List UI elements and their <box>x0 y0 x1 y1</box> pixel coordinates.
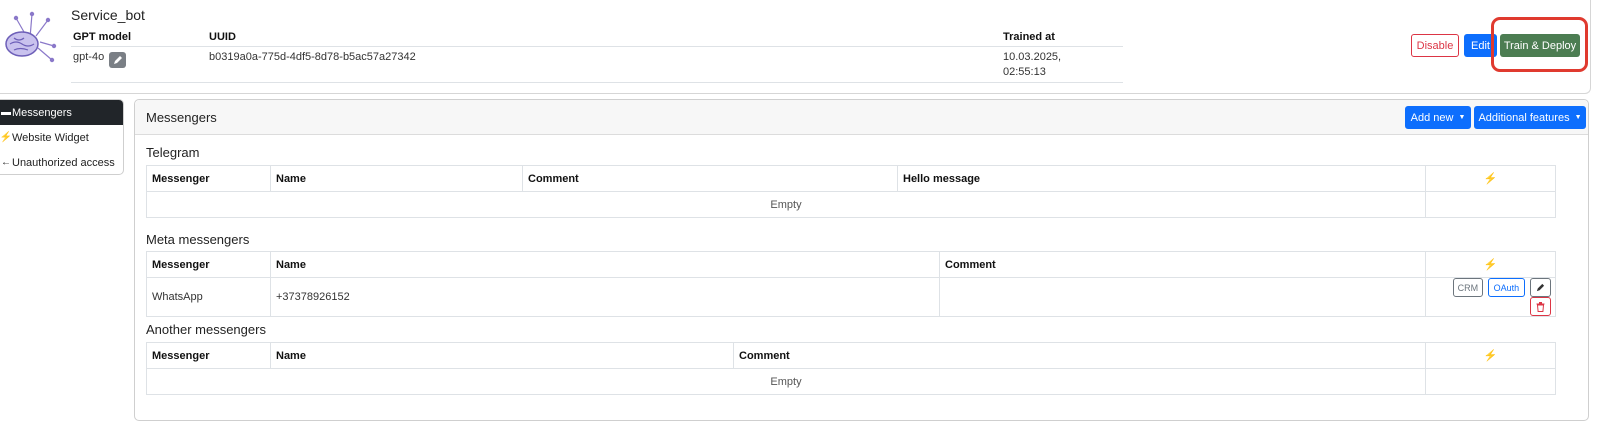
table-row: Empty <box>146 191 1556 218</box>
col-messenger: Messenger <box>146 342 271 369</box>
table-row: Empty <box>146 368 1556 395</box>
trained-date-value: 10.03.2025, <box>1003 51 1062 63</box>
sidebar-item-messengers[interactable]: ▬ Messengers <box>0 100 123 125</box>
gpt-model-value: gpt-4o <box>73 51 105 63</box>
col-comment: Comment <box>733 342 1426 369</box>
sidebar-item-label: Website Widget <box>12 131 89 144</box>
empty-state: Empty <box>146 368 1426 395</box>
chat-icon: ▬ <box>1 107 11 118</box>
col-comment: Comment <box>522 165 898 192</box>
name-cell: +37378926152 <box>270 277 940 317</box>
divider <box>71 82 1123 83</box>
trained-time-value: 02:55:13 <box>1003 66 1046 78</box>
bolt-icon: ⚡ <box>1425 251 1556 278</box>
add-new-button[interactable]: Add new ▼ <box>1405 106 1471 129</box>
divider <box>71 46 1123 47</box>
col-name: Name <box>270 342 734 369</box>
crm-button[interactable]: CRM <box>1452 278 1483 297</box>
uuid-value: b0319a0a-775d-4df5-8d78-b5ac57a27342 <box>209 51 416 63</box>
col-name: Name <box>270 165 523 192</box>
edit-row-button[interactable] <box>1530 278 1551 297</box>
additional-features-label: Additional features <box>1478 111 1570 124</box>
table-header-row: Messenger Name Comment ⚡ <box>146 251 1556 278</box>
sidebar-item-website-widget[interactable]: ⚡ Website Widget <box>0 125 123 150</box>
bolt-icon: ⚡ <box>1425 342 1556 369</box>
meta-title: Meta messengers <box>146 232 250 247</box>
panel-header: Messengers Add new ▼ Additional features… <box>135 100 1588 135</box>
table-row: WhatsApp +37378926152 CRM OAuth <box>146 277 1556 317</box>
trash-icon <box>1536 301 1545 312</box>
messengers-panel: Messengers Add new ▼ Additional features… <box>134 99 1589 421</box>
delete-row-button[interactable] <box>1530 297 1551 316</box>
col-messenger: Messenger <box>146 165 271 192</box>
bot-name: Service_bot <box>71 7 145 23</box>
header-gpt-model: GPT model <box>73 31 132 43</box>
comment-cell <box>939 277 1426 317</box>
col-messenger: Messenger <box>146 251 271 278</box>
col-comment: Comment <box>939 251 1426 278</box>
highlight-annotation <box>1491 17 1588 72</box>
meta-table: Messenger Name Comment ⚡ WhatsApp +37378… <box>146 251 1556 317</box>
empty-state: Empty <box>146 191 1426 218</box>
table-header-row: Messenger Name Comment ⚡ <box>146 342 1556 369</box>
bolt-icon: ⚡ <box>0 132 13 143</box>
another-table: Messenger Name Comment ⚡ Empty <box>146 342 1556 395</box>
table-cell <box>1425 368 1556 395</box>
panel-title: Messengers <box>146 110 217 125</box>
edit-model-button[interactable] <box>109 52 126 68</box>
messenger-cell: WhatsApp <box>146 277 271 317</box>
header-trained-at: Trained at <box>1003 31 1055 43</box>
brain-network-icon <box>5 11 57 63</box>
bolt-icon: ⚡ <box>1425 165 1556 192</box>
telegram-table: Messenger Name Comment Hello message ⚡ E… <box>146 165 1556 218</box>
sidebar: ▬ Messengers ⚡ Website Widget ← Unauthor… <box>0 99 124 175</box>
bot-card: Service_bot GPT model UUID Trained at gp… <box>0 0 1591 94</box>
another-title: Another messengers <box>146 322 266 337</box>
oauth-button[interactable]: OAuth <box>1487 278 1525 297</box>
pencil-icon <box>1536 283 1545 292</box>
disable-button[interactable]: Disable <box>1411 34 1459 57</box>
sidebar-item-label: Unauthorized access <box>12 156 115 169</box>
sidebar-item-label: Messengers <box>12 106 72 119</box>
col-hello-message: Hello message <box>897 165 1426 192</box>
table-header-row: Messenger Name Comment Hello message ⚡ <box>146 165 1556 192</box>
additional-features-button[interactable]: Additional features ▼ <box>1474 106 1586 129</box>
table-cell <box>1425 191 1556 218</box>
actions-cell: CRM OAuth <box>1425 277 1556 317</box>
caret-down-icon: ▼ <box>1458 114 1466 121</box>
telegram-title: Telegram <box>146 145 200 160</box>
add-new-label: Add new <box>1410 111 1454 124</box>
col-name: Name <box>270 251 940 278</box>
caret-down-icon: ▼ <box>1574 114 1582 121</box>
sidebar-item-unauthorized-access[interactable]: ← Unauthorized access <box>0 150 123 174</box>
pencil-icon <box>113 56 122 64</box>
arrow-left-icon: ← <box>1 157 11 168</box>
header-uuid: UUID <box>209 31 236 43</box>
